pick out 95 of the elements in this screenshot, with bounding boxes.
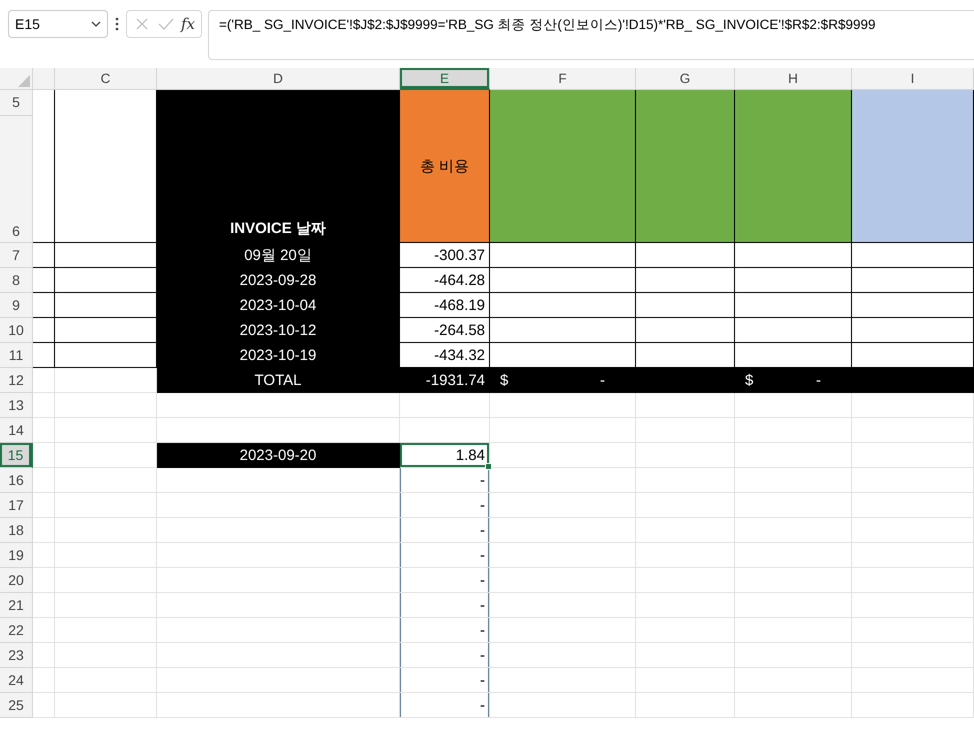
- sheet-cell[interactable]: -: [400, 568, 490, 593]
- column-header[interactable]: C: [55, 68, 157, 90]
- vertical-dots-icon[interactable]: [114, 16, 120, 32]
- sheet-cell[interactable]: [490, 268, 636, 293]
- sheet-cell[interactable]: -: [400, 668, 490, 693]
- sheet-cell[interactable]: [735, 293, 852, 318]
- sheet-cell[interactable]: -464.28: [400, 268, 490, 293]
- row-header[interactable]: 9: [0, 293, 33, 318]
- formula-field[interactable]: =('RB_ SG_INVOICE'!$J$2:$J$9999='RB_SG 최종 정산(인보이스)'!D15)*'RB_ SG_INVOICE'!$R$2:$R$9999: [208, 10, 974, 60]
- sheet-cell[interactable]: -: [400, 468, 490, 493]
- column-header[interactable]: I: [852, 68, 974, 90]
- currency-symbol: $: [745, 372, 754, 388]
- row-header[interactable]: 15: [0, 443, 33, 468]
- row-header[interactable]: 6: [0, 116, 33, 243]
- sheet-cell[interactable]: [490, 243, 636, 268]
- sheet-cell[interactable]: 1.84: [400, 443, 490, 468]
- sheet-cell[interactable]: [735, 268, 852, 293]
- sheet-cell[interactable]: [852, 90, 974, 243]
- row-header[interactable]: 23: [0, 643, 33, 668]
- row-header[interactable]: 7: [0, 243, 33, 268]
- column-header[interactable]: G: [636, 68, 735, 90]
- sheet-cell[interactable]: INVOICE 날짜: [157, 90, 400, 243]
- row-header[interactable]: 8: [0, 268, 33, 293]
- sheet-cell[interactable]: [636, 318, 735, 343]
- row-header[interactable]: 10: [0, 318, 33, 343]
- column-header[interactable]: F: [490, 68, 636, 90]
- sheet-cell[interactable]: [852, 268, 974, 293]
- sheet-cell[interactable]: [735, 243, 852, 268]
- sheet-cell[interactable]: [33, 243, 55, 268]
- row-header[interactable]: 24: [0, 668, 33, 693]
- row-header[interactable]: 17: [0, 493, 33, 518]
- row-header[interactable]: 13: [0, 393, 33, 418]
- column-header[interactable]: D: [157, 68, 400, 90]
- sheet-cell[interactable]: -: [400, 493, 490, 518]
- row-header[interactable]: 11: [0, 343, 33, 368]
- sheet-cell[interactable]: TOTAL: [157, 368, 400, 393]
- sheet-cell[interactable]: 2023-10-04: [157, 293, 400, 318]
- sheet-cell[interactable]: [852, 243, 974, 268]
- sheet-cell[interactable]: [33, 293, 55, 318]
- sheet-cell[interactable]: -: [400, 693, 490, 718]
- chevron-down-icon: [91, 21, 101, 27]
- sheet-cell[interactable]: [852, 368, 974, 393]
- sheet-cell[interactable]: [636, 90, 735, 243]
- sheet-cell[interactable]: -: [400, 643, 490, 668]
- row-header[interactable]: 18: [0, 518, 33, 543]
- sheet-cell[interactable]: -300.37: [400, 243, 490, 268]
- select-all-button[interactable]: [0, 68, 33, 90]
- sheet-cell[interactable]: $ -: [490, 368, 636, 393]
- sheet-cell[interactable]: [636, 243, 735, 268]
- sheet-cell[interactable]: [636, 293, 735, 318]
- row-header[interactable]: 5: [0, 90, 33, 116]
- sheet-cell[interactable]: -264.58: [400, 318, 490, 343]
- sheet-cell[interactable]: -: [400, 543, 490, 568]
- sheet-cell[interactable]: [490, 293, 636, 318]
- sheet-cell[interactable]: 2023-09-28: [157, 268, 400, 293]
- sheet-cell[interactable]: -1931.74: [400, 368, 490, 393]
- sheet-cell[interactable]: -: [400, 518, 490, 543]
- row-header[interactable]: 21: [0, 593, 33, 618]
- triangle-icon: [18, 75, 30, 87]
- sheet-cell[interactable]: [33, 343, 55, 368]
- sheet-cell[interactable]: -: [400, 618, 490, 643]
- sheet-cell[interactable]: [33, 268, 55, 293]
- column-header[interactable]: [33, 68, 55, 90]
- row-header[interactable]: 19: [0, 543, 33, 568]
- cell-reference: E15: [15, 16, 40, 32]
- sheet-cell[interactable]: [852, 293, 974, 318]
- sheet-cell[interactable]: [490, 90, 636, 243]
- row-header[interactable]: 22: [0, 618, 33, 643]
- name-box[interactable]: E15: [8, 10, 108, 38]
- fill-handle[interactable]: [485, 463, 492, 470]
- sheet-cell[interactable]: [636, 268, 735, 293]
- sheet-cell[interactable]: -468.19: [400, 293, 490, 318]
- sheet-cell[interactable]: 총 비용: [400, 90, 490, 243]
- insert-function-button[interactable]: fx: [181, 15, 196, 33]
- currency-symbol: $: [500, 372, 508, 388]
- row-header[interactable]: 20: [0, 568, 33, 593]
- sheet-cell[interactable]: -: [400, 593, 490, 618]
- row-header[interactable]: 14: [0, 418, 33, 443]
- column-header[interactable]: H: [735, 68, 852, 90]
- sheet-cell[interactable]: 2023-10-19: [157, 343, 400, 368]
- sheet-cell[interactable]: 09월 20일: [157, 243, 400, 268]
- row-header[interactable]: 16: [0, 468, 33, 493]
- sheet-cell[interactable]: [735, 318, 852, 343]
- row-header[interactable]: 12: [0, 368, 33, 393]
- sheet-cell[interactable]: [735, 90, 852, 243]
- sheet-cell[interactable]: 2023-09-20: [157, 443, 400, 468]
- sheet-cell[interactable]: [33, 318, 55, 343]
- sheet-cell[interactable]: [852, 318, 974, 343]
- row-header[interactable]: 25: [0, 693, 33, 718]
- sheet-cell[interactable]: 2023-10-12: [157, 318, 400, 343]
- sheet-cell[interactable]: $ -: [735, 368, 852, 393]
- cell-value: -: [600, 372, 605, 388]
- cell-value: -: [816, 372, 821, 388]
- sheet-cell[interactable]: [490, 318, 636, 343]
- column-header[interactable]: E: [400, 68, 490, 90]
